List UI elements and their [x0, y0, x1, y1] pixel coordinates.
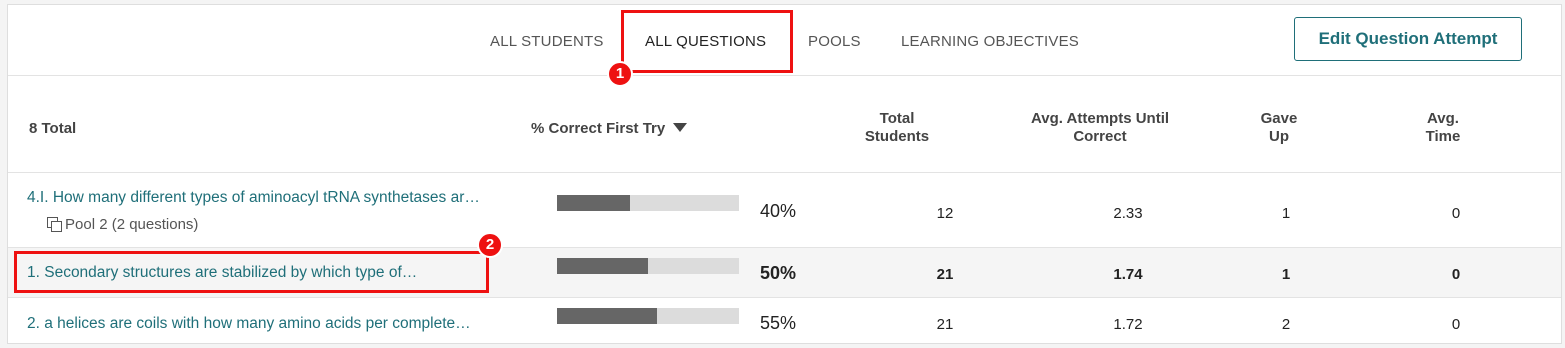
percent-value: 50% — [760, 263, 797, 283]
table-row: 4.I. How many different types of aminoac… — [8, 173, 1561, 248]
gave-up-value: 2 — [1281, 316, 1291, 333]
annotation-badge: 1 — [607, 61, 633, 87]
avg-time-value: 0 — [1451, 316, 1461, 333]
tab-pools[interactable]: POOLS — [808, 33, 861, 50]
sort-correct-first-try[interactable]: % Correct First Try — [531, 120, 688, 138]
percent-value: 40% — [760, 201, 797, 221]
column-label-line: Avg. — [1427, 110, 1459, 127]
avg-time-value: 0 — [1451, 205, 1461, 222]
edit-question-attempt-button[interactable]: Edit Question Attempt — [1294, 17, 1522, 61]
percent-bar — [557, 195, 739, 211]
column-label-line: Up — [1269, 128, 1289, 145]
total-students-value: 21 — [936, 316, 954, 333]
column-label-line: Avg. Attempts Until — [1030, 110, 1170, 127]
column-label-correct-first-try: % Correct First Try — [531, 120, 666, 137]
column-gave-up: Gave Up — [1219, 110, 1339, 146]
question-link[interactable]: 2. a helices are coils with how many ami… — [27, 315, 471, 333]
annotation-badge: 2 — [477, 232, 503, 258]
pool-info: Pool 2 (2 questions) — [47, 216, 198, 233]
percent-bar — [557, 258, 739, 274]
percent-bar — [557, 308, 739, 324]
avg-attempts-value: 1.74 — [1113, 266, 1143, 283]
column-label-line: Correct — [1073, 128, 1127, 145]
column-label-line: Total — [879, 110, 915, 127]
avg-attempts-value: 2.33 — [1113, 205, 1143, 222]
pool-icon — [47, 217, 62, 232]
percent-bar-fill — [557, 308, 658, 324]
percent-value: 55% — [760, 313, 797, 333]
gave-up-value: 1 — [1281, 266, 1291, 283]
sort-descending-icon — [673, 123, 688, 132]
pool-label: Pool 2 (2 questions) — [65, 216, 199, 233]
tab-all-students[interactable]: ALL STUDENTS — [490, 33, 604, 50]
annotation-box-question — [14, 251, 489, 293]
total-count: 8 Total — [29, 120, 77, 137]
avg-time-value: 0 — [1451, 266, 1461, 283]
avg-attempts-value: 1.72 — [1113, 316, 1143, 333]
table-header: 8 Total % Correct First Try Total Studen… — [8, 76, 1561, 173]
column-avg-attempts: Avg. Attempts Until Correct — [1000, 110, 1200, 146]
column-avg-time: Avg. Time — [1383, 110, 1503, 146]
percent-bar-fill — [557, 195, 630, 211]
total-students-value: 12 — [936, 205, 954, 222]
column-total-students: Total Students — [837, 110, 957, 146]
gave-up-value: 1 — [1281, 205, 1291, 222]
column-label-line: Time — [1425, 128, 1461, 145]
annotation-box-tab — [621, 10, 793, 73]
column-label-line: Gave — [1260, 110, 1298, 127]
column-label-line: Students — [864, 128, 930, 145]
tab-learning-objectives[interactable]: LEARNING OBJECTIVES — [901, 33, 1079, 50]
total-students-value: 21 — [936, 266, 954, 283]
percent-bar-fill — [557, 258, 648, 274]
question-link[interactable]: 4.I. How many different types of aminoac… — [27, 189, 480, 207]
